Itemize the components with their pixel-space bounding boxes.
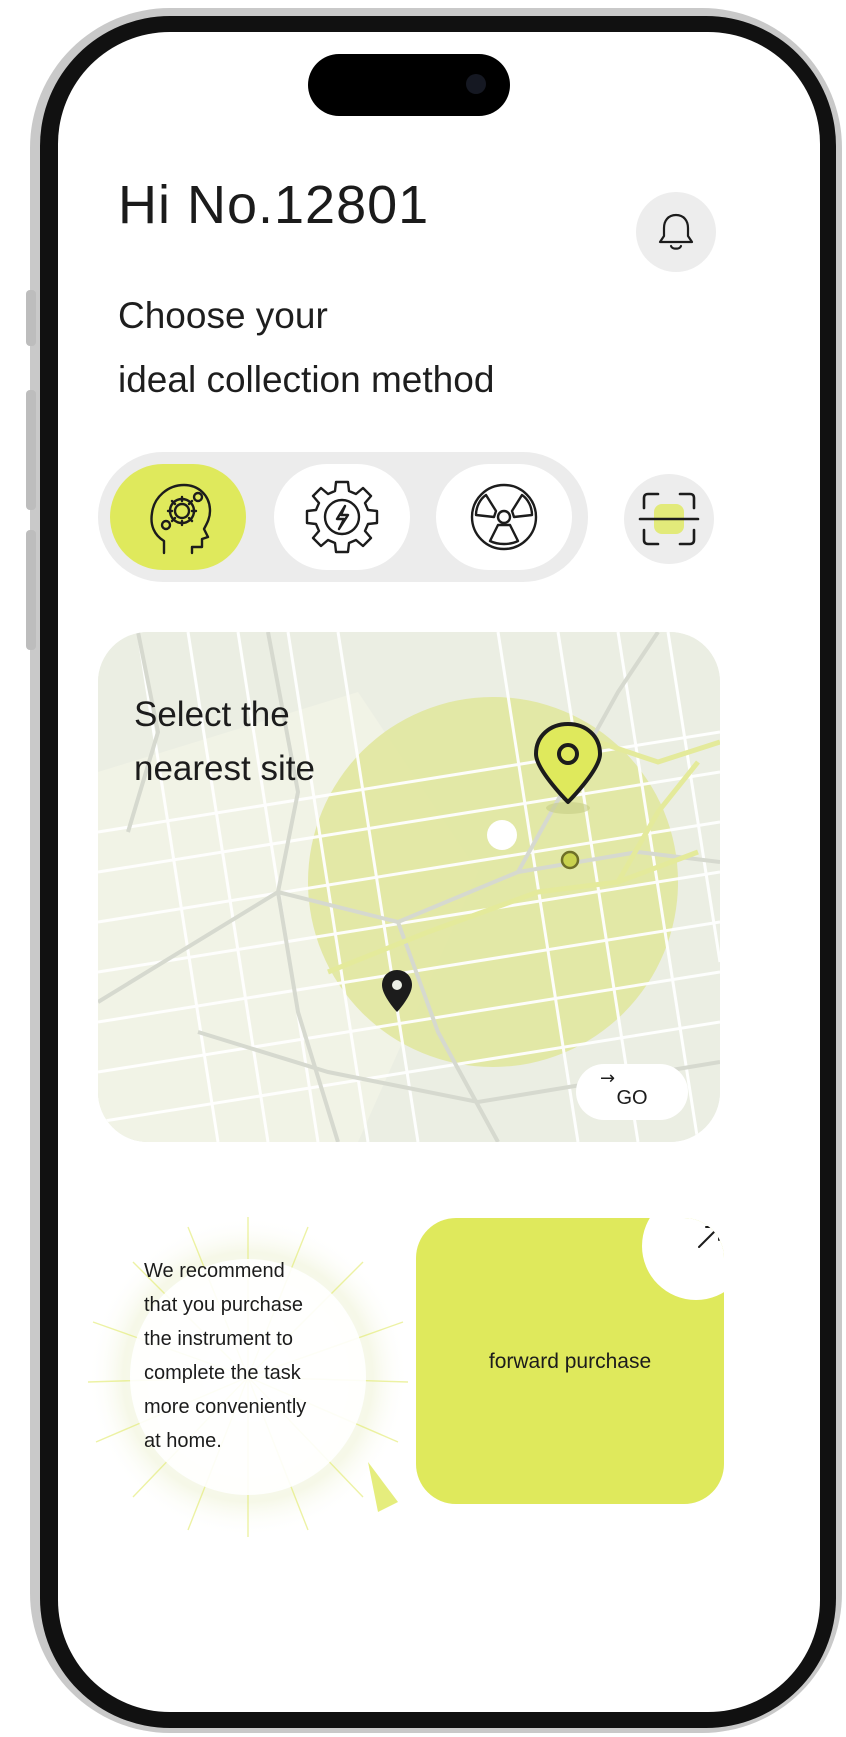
location-pin-icon[interactable]: [379, 968, 415, 1014]
power-gear-icon: [305, 480, 379, 554]
nearest-site-map-card[interactable]: Select the nearest site → GO: [98, 632, 720, 1142]
subtitle: Choose your ideal collection method: [118, 284, 494, 412]
recommendation-line: the instrument to: [144, 1328, 293, 1350]
go-button[interactable]: → GO: [576, 1064, 688, 1120]
greeting-title: Hi No.12801: [118, 175, 430, 235]
volume-up-button: [26, 390, 36, 510]
brain-gear-icon: [150, 483, 212, 555]
volume-down-button: [26, 530, 36, 650]
recommendation-line: that you purchase: [144, 1294, 303, 1316]
silent-switch: [26, 290, 36, 346]
radiation-icon: [470, 483, 538, 551]
subtitle-line-2: ideal collection method: [118, 359, 495, 400]
scan-icon: [638, 492, 700, 546]
forward-purchase-label: forward purchase: [488, 1350, 652, 1373]
open-purchase-button[interactable]: [642, 1218, 724, 1300]
site-marker-dot: [560, 850, 580, 870]
forward-purchase-card[interactable]: forward purchase: [416, 1218, 724, 1504]
subtitle-line-1: Choose your: [118, 295, 328, 336]
recommendation-text: We recommend that you purchase the instr…: [144, 1254, 384, 1458]
location-pin-icon[interactable]: [526, 718, 610, 816]
front-camera: [466, 74, 486, 94]
recommendation-line: complete the task: [144, 1362, 301, 1384]
method-option-ai[interactable]: [110, 464, 246, 570]
arrow-right-icon: →: [600, 1068, 616, 1089]
go-button-label: GO: [616, 1086, 648, 1109]
method-option-power[interactable]: [274, 464, 410, 570]
scan-button[interactable]: [624, 474, 714, 564]
collection-method-selector: [98, 452, 588, 582]
map-title-line-2: nearest site: [134, 749, 315, 788]
dynamic-island: [308, 54, 510, 116]
recommendation-line: at home.: [144, 1430, 222, 1452]
recommendation-line: We recommend: [144, 1260, 285, 1282]
method-option-radiation[interactable]: [436, 464, 572, 570]
arrow-up-right-icon: [698, 1226, 720, 1248]
notifications-button[interactable]: [636, 192, 716, 272]
bell-icon: [658, 213, 694, 250]
map-card-title: Select the nearest site: [134, 688, 315, 796]
map-title-line-1: Select the: [134, 695, 290, 734]
app-screen: Hi No.12801 Choose your ideal collection…: [58, 32, 820, 1712]
recommendation-line: more conveniently: [144, 1396, 307, 1418]
